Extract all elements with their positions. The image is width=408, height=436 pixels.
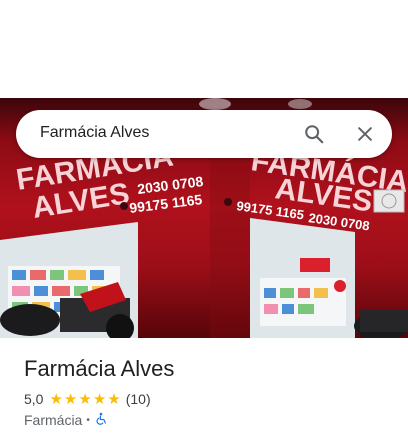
separator-dot: •	[86, 414, 90, 426]
search-icon[interactable]	[298, 118, 330, 150]
rating-value: 5,0	[24, 391, 44, 407]
star-rating: ★ ★ ★ ★ ★	[49, 392, 121, 407]
star-icon: ★	[92, 390, 107, 408]
close-icon[interactable]	[349, 118, 381, 150]
rating-row[interactable]: 5,0 ★ ★ ★ ★ ★ (10)	[24, 390, 151, 408]
star-icon: ★	[63, 390, 78, 408]
wheelchair-icon	[94, 412, 108, 429]
star-icon: ★	[49, 390, 63, 408]
search-bar[interactable]: Farmácia Alves	[16, 110, 392, 158]
star-icon: ★	[107, 390, 121, 408]
top-blank-area	[0, 0, 408, 98]
category-row: Farmácia •	[24, 411, 108, 429]
place-title: Farmácia Alves	[24, 356, 175, 381]
star-icon: ★	[78, 390, 92, 408]
review-count[interactable]: (10)	[126, 391, 151, 407]
search-input[interactable]: Farmácia Alves	[40, 124, 149, 142]
category-label: Farmácia	[24, 412, 83, 428]
